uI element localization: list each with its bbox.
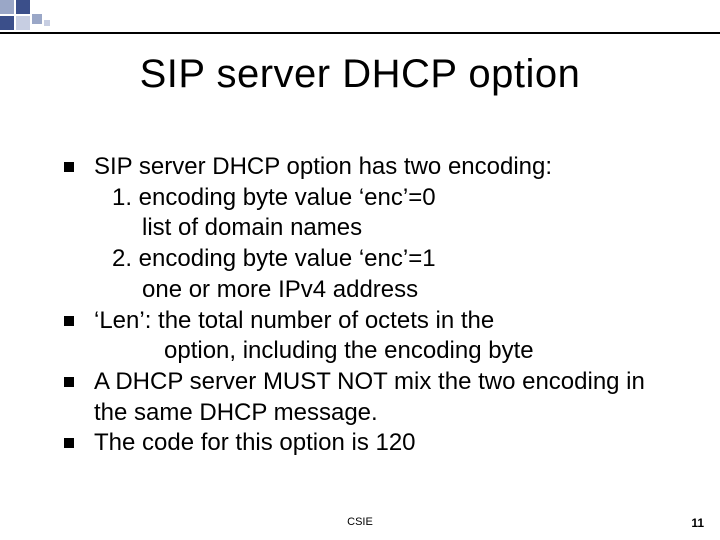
bullet-item: A DHCP server MUST NOT mix the two encod… xyxy=(64,367,664,428)
sub-text: one or more IPv4 address xyxy=(94,275,664,306)
square-bullet-icon xyxy=(64,306,94,326)
square-bullet-icon xyxy=(64,152,94,172)
bullet-item: SIP server DHCP option has two encoding: xyxy=(64,152,664,183)
corner-decoration xyxy=(0,0,56,32)
slide: SIP server DHCP option SIP server DHCP o… xyxy=(0,0,720,540)
page-number: 11 xyxy=(691,516,704,530)
footer-text: CSIE xyxy=(0,516,720,528)
sub-text: option, including the encoding byte xyxy=(94,336,664,367)
bullet-item: ‘Len’: the total number of octets in the xyxy=(64,306,664,337)
sub-line: option, including the encoding byte xyxy=(64,336,664,367)
top-rule xyxy=(0,32,720,34)
sub-line: 2. encoding byte value ‘enc’=1 xyxy=(64,244,664,275)
bullet-text: The code for this option is 120 xyxy=(94,428,664,459)
bullet-text: SIP server DHCP option has two encoding: xyxy=(94,152,664,183)
sub-text: list of domain names xyxy=(94,213,664,244)
sub-text: 2. encoding byte value ‘enc’=1 xyxy=(94,244,664,275)
sub-line: one or more IPv4 address xyxy=(64,275,664,306)
square-bullet-icon xyxy=(64,428,94,448)
square-bullet-icon xyxy=(64,367,94,387)
bullet-item: The code for this option is 120 xyxy=(64,428,664,459)
bullet-text: A DHCP server MUST NOT mix the two encod… xyxy=(94,367,664,428)
slide-title: SIP server DHCP option xyxy=(0,52,720,97)
sub-text: 1. encoding byte value ‘enc’=0 xyxy=(94,183,664,214)
sub-line: list of domain names xyxy=(64,213,664,244)
slide-body: SIP server DHCP option has two encoding:… xyxy=(64,152,664,459)
bullet-text: ‘Len’: the total number of octets in the xyxy=(94,306,664,337)
sub-line: 1. encoding byte value ‘enc’=0 xyxy=(64,183,664,214)
